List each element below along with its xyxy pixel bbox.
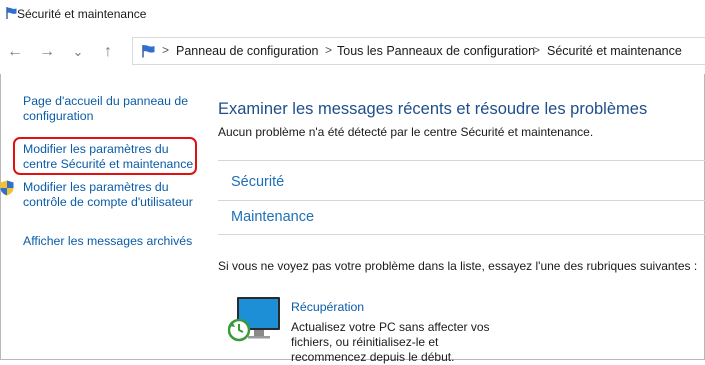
sidebar-item-archived-messages[interactable]: Afficher les messages archivés <box>23 234 198 249</box>
breadcrumb-separator: > <box>325 43 333 57</box>
breadcrumb-separator: > <box>162 43 170 57</box>
title-bar: Sécurité et maintenance <box>0 0 705 30</box>
recovery-icon <box>228 297 280 342</box>
recovery-link[interactable]: Récupération <box>291 300 364 314</box>
sidebar-item-change-settings[interactable]: Modifier les paramètres du centre Sécuri… <box>23 142 198 172</box>
status-message: Aucun problème n'a été détecté par le ce… <box>218 125 594 139</box>
window-title: Sécurité et maintenance <box>17 7 147 21</box>
breadcrumb-security-maintenance[interactable]: Sécurité et maintenance <box>547 44 682 58</box>
page-title: Examiner les messages récents et résoudr… <box>218 100 648 118</box>
breadcrumb-separator: > <box>533 43 541 57</box>
divider <box>218 160 705 161</box>
divider <box>218 234 705 235</box>
address-bar[interactable]: > Panneau de configuration > Tous les Pa… <box>132 37 705 65</box>
up-button[interactable]: ↑ <box>98 42 118 62</box>
recent-locations-button[interactable]: ⌄ <box>68 42 88 62</box>
breadcrumb-all-panels[interactable]: Tous les Panneaux de configuration <box>337 44 535 58</box>
recovery-description: Actualisez votre PC sans affecter vos fi… <box>291 320 490 364</box>
uac-shield-icon <box>0 180 14 196</box>
breadcrumb-control-panel[interactable]: Panneau de configuration <box>176 44 318 58</box>
divider <box>218 200 705 201</box>
sidebar-item-uac-settings[interactable]: Modifier les paramètres du contrôle de c… <box>23 180 198 210</box>
section-maintenance[interactable]: Maintenance <box>231 209 314 225</box>
section-security[interactable]: Sécurité <box>231 174 284 190</box>
flag-icon <box>142 45 155 58</box>
troubleshoot-hint: Si vous ne voyez pas votre problème dans… <box>218 259 698 273</box>
sidebar-item-home[interactable]: Page d'accueil du panneau de configurati… <box>23 94 198 124</box>
back-button[interactable]: ← <box>5 42 25 62</box>
forward-button[interactable]: → <box>37 42 57 62</box>
